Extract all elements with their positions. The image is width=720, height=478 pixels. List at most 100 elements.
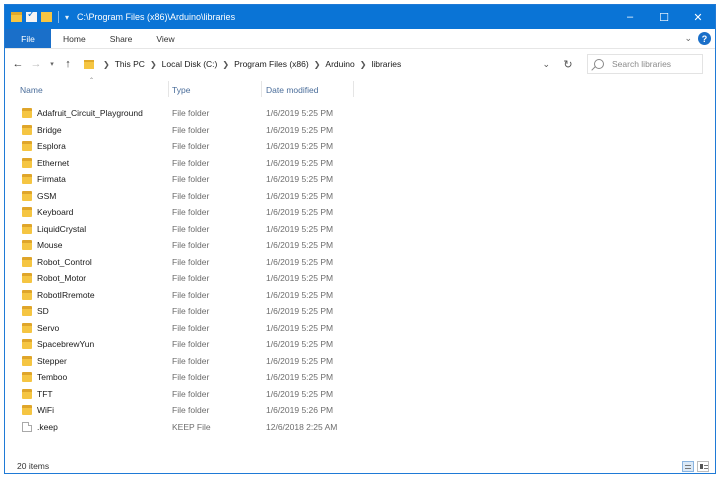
column-header-name[interactable]: Name <box>20 85 43 95</box>
item-name: Ethernet <box>37 157 70 168</box>
title-bar[interactable]: ▾ C:\Program Files (x86)\Arduino\librari… <box>5 5 715 29</box>
minimize-button[interactable]: – <box>613 5 647 29</box>
list-item[interactable]: SD File folder 1/6/2019 5:25 PM <box>5 303 715 320</box>
list-item[interactable]: Temboo File folder 1/6/2019 5:25 PM <box>5 369 715 386</box>
list-item[interactable]: Ethernet File folder 1/6/2019 5:25 PM <box>5 155 715 172</box>
folder-icon <box>22 240 32 250</box>
maximize-button[interactable]: ☐ <box>647 5 681 29</box>
tab-home[interactable]: Home <box>51 34 98 44</box>
list-item[interactable]: Stepper File folder 1/6/2019 5:25 PM <box>5 353 715 370</box>
search-input[interactable] <box>612 59 702 69</box>
column-header-type[interactable]: Type <box>172 85 190 95</box>
chevron-right-icon[interactable]: ❯ <box>222 60 229 69</box>
item-type: File folder <box>172 207 210 217</box>
list-item[interactable]: RobotIRremote File folder 1/6/2019 5:25 PM <box>5 287 715 304</box>
folder-icon <box>22 372 32 382</box>
chevron-right-icon[interactable]: ❯ <box>103 60 110 69</box>
item-type: File folder <box>172 157 210 168</box>
refresh-icon[interactable]: ↻ <box>557 58 579 71</box>
item-name: Esplora <box>37 141 66 151</box>
help-icon[interactable]: ? <box>698 32 711 45</box>
list-item[interactable]: Firmata File folder 1/6/2019 5:25 PM <box>5 171 715 188</box>
tab-view[interactable]: View <box>144 34 186 44</box>
item-type: KEEP File <box>172 421 211 432</box>
properties-icon[interactable] <box>26 9 37 22</box>
column-headers: ⌃ Name Type Date modified <box>5 78 715 99</box>
up-arrow-icon[interactable]: ↑ <box>61 58 75 70</box>
breadcrumb-arduino[interactable]: Arduino <box>325 59 354 69</box>
expand-ribbon-icon[interactable]: ⌄ <box>684 33 692 44</box>
address-dropdown-icon[interactable]: ⌄ <box>542 59 550 70</box>
list-item[interactable]: Bridge File folder 1/6/2019 5:25 PM <box>5 122 715 139</box>
list-item[interactable]: Robot_Control File folder 1/6/2019 5:25 PM <box>5 254 715 271</box>
item-type: File folder <box>172 108 210 118</box>
chevron-right-icon[interactable]: ❯ <box>360 60 367 69</box>
item-type: File folder <box>172 240 210 250</box>
tab-share[interactable]: Share <box>98 34 145 44</box>
window-controls: – ☐ ✕ <box>613 5 715 29</box>
breadcrumb-libraries[interactable]: libraries <box>371 59 401 69</box>
window-title: C:\Program Files (x86)\Arduino\libraries <box>77 12 236 22</box>
item-date-modified: 1/6/2019 5:25 PM <box>266 273 334 283</box>
item-type: File folder <box>172 141 210 151</box>
folder-icon[interactable] <box>11 12 22 22</box>
file-list: ⌃ Name Type Date modified Adafruit_Circu… <box>5 78 715 451</box>
chevron-right-icon[interactable]: ❯ <box>314 60 321 69</box>
list-item[interactable]: TFT File folder 1/6/2019 5:25 PM <box>5 386 715 403</box>
explorer-window: ▾ C:\Program Files (x86)\Arduino\librari… <box>4 4 716 474</box>
item-date-modified: 1/6/2019 5:25 PM <box>266 223 334 234</box>
folder-icon <box>22 190 32 201</box>
column-header-date-modified[interactable]: Date modified <box>266 85 318 95</box>
breadcrumb-local-disk[interactable]: Local Disk (C:) <box>162 59 218 69</box>
large-icons-view-icon[interactable] <box>697 460 709 472</box>
tab-file[interactable]: File <box>5 29 51 48</box>
details-view-icon[interactable] <box>682 460 694 472</box>
item-date-modified: 1/6/2019 5:25 PM <box>266 306 334 316</box>
list-item[interactable]: .keep KEEP File 12/6/2018 2:25 AM <box>5 419 715 436</box>
folder-icon <box>22 223 32 234</box>
new-folder-icon[interactable] <box>41 12 52 22</box>
list-item[interactable]: Mouse File folder 1/6/2019 5:25 PM <box>5 237 715 254</box>
quick-access-toolbar: ▾ <box>5 9 69 23</box>
column-divider[interactable] <box>168 81 169 97</box>
item-date-modified: 1/6/2019 5:25 PM <box>266 240 334 250</box>
item-date-modified: 12/6/2018 2:25 AM <box>266 421 338 432</box>
list-item[interactable]: GSM File folder 1/6/2019 5:25 PM <box>5 188 715 205</box>
item-date-modified: 1/6/2019 5:25 PM <box>266 207 334 217</box>
forward-arrow-icon[interactable]: → <box>29 58 43 70</box>
item-date-modified: 1/6/2019 5:25 PM <box>266 372 334 382</box>
item-name: SpacebrewYun <box>37 339 95 349</box>
list-item[interactable]: SpacebrewYun File folder 1/6/2019 5:25 PM <box>5 336 715 353</box>
item-count: 20 items <box>17 461 50 471</box>
address-bar[interactable]: ❯ This PC ❯ Local Disk (C:) ❯ Program Fi… <box>79 54 557 74</box>
list-item[interactable]: Esplora File folder 1/6/2019 5:25 PM <box>5 138 715 155</box>
folder-icon <box>22 306 32 316</box>
list-item[interactable]: Adafruit_Circuit_Playground File folder 1/… <box>5 105 715 122</box>
chevron-down-icon[interactable]: ▾ <box>65 13 69 22</box>
item-date-modified: 1/6/2019 5:25 PM <box>266 355 334 366</box>
search-box[interactable] <box>587 54 703 74</box>
column-divider[interactable] <box>261 81 262 97</box>
recent-locations-icon[interactable]: ▾ <box>45 60 59 68</box>
list-item[interactable]: LiquidCrystal File folder 1/6/2019 5:25 PM <box>5 221 715 238</box>
item-name: GSM <box>37 190 57 201</box>
item-date-modified: 1/6/2019 5:25 PM <box>266 157 334 168</box>
breadcrumb-program-files[interactable]: Program Files (x86) <box>234 59 309 69</box>
breadcrumb-this-pc[interactable]: This PC <box>115 59 145 69</box>
close-button[interactable]: ✕ <box>681 5 715 29</box>
chevron-right-icon[interactable]: ❯ <box>150 60 157 69</box>
item-type: File folder <box>172 190 210 201</box>
column-divider[interactable] <box>353 81 354 97</box>
folder-icon <box>22 405 32 415</box>
list-item[interactable]: Robot_Motor File folder 1/6/2019 5:25 PM <box>5 270 715 287</box>
folder-icon <box>22 207 32 217</box>
list-item[interactable]: WiFi File folder 1/6/2019 5:26 PM <box>5 402 715 419</box>
list-item[interactable]: Servo File folder 1/6/2019 5:25 PM <box>5 320 715 337</box>
item-date-modified: 1/6/2019 5:25 PM <box>266 339 334 349</box>
file-rows: Adafruit_Circuit_Playground File folder 1/… <box>5 105 715 435</box>
item-type: File folder <box>172 306 210 316</box>
folder-icon <box>22 256 32 267</box>
back-arrow-icon[interactable]: ← <box>11 58 25 70</box>
list-item[interactable]: Keyboard File folder 1/6/2019 5:25 PM <box>5 204 715 221</box>
item-type: File folder <box>172 174 210 184</box>
